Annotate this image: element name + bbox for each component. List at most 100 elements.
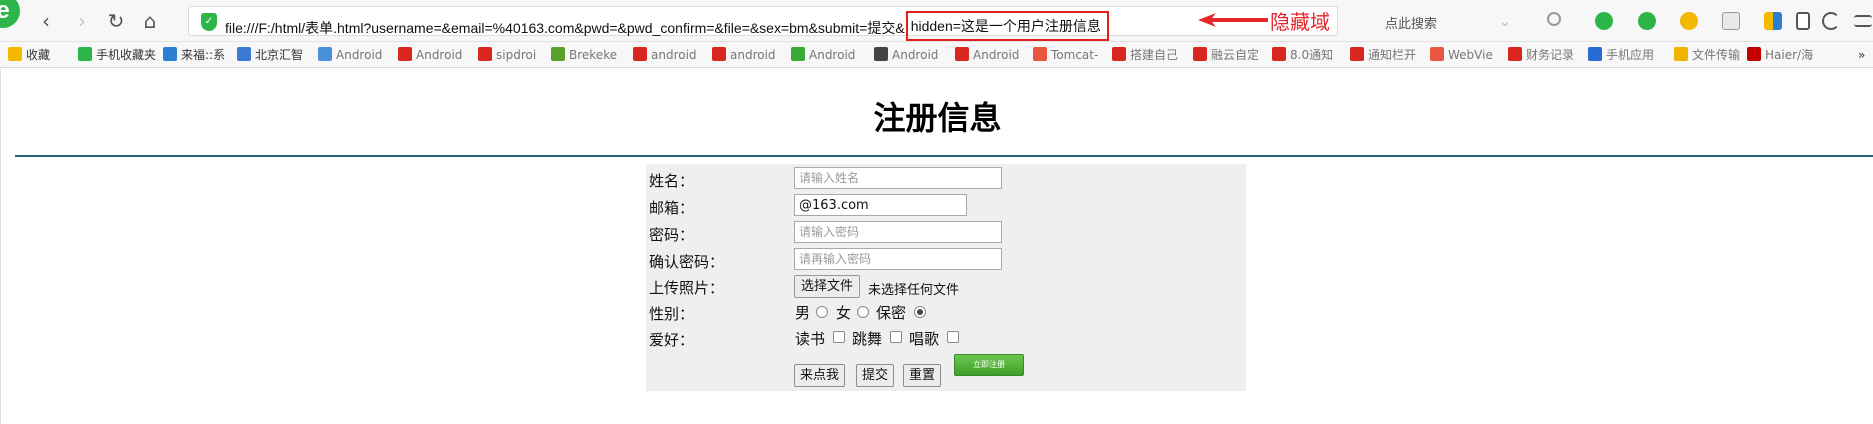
bookmark-label: 北京汇智 — [255, 48, 304, 62]
email-label: 邮箱： — [649, 199, 695, 217]
bookmark-label: Tomcat- — [1051, 48, 1099, 62]
gender-label: 性别： — [649, 305, 695, 323]
register-image-button[interactable]: 立即注册 — [954, 354, 1024, 376]
bookmark-item[interactable]: android — [712, 46, 786, 64]
jianshu-icon — [1430, 47, 1444, 61]
scissors-icon[interactable] — [1595, 12, 1613, 30]
csdn-icon — [478, 47, 492, 61]
search-box[interactable]: 点此搜索 — [1375, 8, 1565, 36]
bookmark-label: 通知栏开 — [1368, 48, 1417, 62]
confirm-password-input[interactable] — [794, 248, 1002, 270]
page-title: 注册信息 — [873, 99, 1002, 137]
csdn-icon — [1350, 47, 1364, 61]
csdn-icon — [1193, 47, 1207, 61]
bookmark-item[interactable]: 通知栏开 — [1350, 46, 1426, 64]
bookmark-item[interactable]: 融云自定 — [1193, 46, 1267, 64]
name-label: 姓名： — [649, 172, 695, 190]
back-button[interactable]: ‹ — [34, 9, 58, 33]
hobby-checkbox-dancing[interactable] — [890, 331, 902, 343]
csdn-icon — [1112, 47, 1126, 61]
bookmark-item[interactable]: 手机收藏夹 — [78, 46, 158, 64]
gender-row: 性别： 男 女 保密 — [646, 300, 1246, 324]
bookmark-item[interactable]: WebVie — [1430, 46, 1504, 64]
bookmarks-more-button[interactable]: » — [1858, 46, 1865, 64]
gender-radio-male[interactable] — [816, 306, 828, 318]
submit-button[interactable]: 提交 — [856, 364, 895, 387]
reader-mode-icon[interactable] — [1796, 12, 1810, 30]
password-input[interactable] — [794, 221, 1002, 243]
title-divider — [15, 155, 1873, 157]
page-content: 注册信息 姓名： 邮箱： 密码： 确认密码： 上传照片： 选择文件 未选择任何文… — [0, 69, 1873, 424]
choose-file-button[interactable]: 选择文件 — [794, 275, 861, 298]
file-status: 未选择任何文件 — [868, 283, 960, 298]
bookmark-label: 收藏 — [26, 48, 51, 62]
bookmark-item[interactable]: 手机应用 — [1588, 46, 1670, 64]
bookmark-label: sipdroi — [496, 48, 537, 62]
star-icon — [8, 47, 22, 61]
bookmark-item[interactable]: 财务记录 — [1508, 46, 1582, 64]
bookmarks-bar: 收藏 手机收藏夹 来福::系 北京汇智 Android Android sipdroi Bre… — [0, 42, 1873, 68]
image-icon[interactable] — [1722, 12, 1740, 30]
layers-icon — [318, 47, 332, 61]
bookmark-label: 融云自定 — [1211, 48, 1260, 62]
email-input[interactable] — [794, 194, 967, 216]
bookmark-item[interactable]: 收藏 — [8, 46, 68, 64]
undo-icon[interactable] — [1822, 12, 1840, 30]
bookmark-item[interactable]: 搭建自己 — [1112, 46, 1188, 64]
jianshu-icon — [1033, 47, 1047, 61]
bookmark-item[interactable]: 北京汇智 — [237, 46, 313, 64]
gender-option-secret: 保密 — [876, 304, 907, 322]
password-label: 密码： — [649, 226, 695, 244]
upload-label: 上传照片： — [649, 279, 725, 297]
address-bar[interactable]: ✓ file:///F:/html/表单.html?username=&emai… — [188, 6, 1511, 41]
csdn-icon — [633, 47, 647, 61]
bookmark-label: 搭建自己 — [1130, 48, 1179, 62]
hobby-option-singing: 唱歌 — [909, 330, 940, 348]
security-shield-icon[interactable]: ✓ — [201, 13, 217, 31]
bookmark-label: Android — [892, 48, 939, 62]
leaf-icon — [551, 47, 565, 61]
gender-radio-secret[interactable] — [914, 306, 926, 318]
translate-icon[interactable] — [1638, 12, 1656, 30]
coin-icon[interactable] — [1680, 12, 1698, 30]
csdn-icon — [1272, 47, 1286, 61]
reset-button[interactable]: 重置 — [903, 364, 942, 387]
bookmark-label: Brekeke — [569, 48, 618, 62]
search-icon[interactable] — [1547, 12, 1561, 26]
bookmark-item[interactable]: Tomcat- — [1033, 46, 1107, 64]
hobby-checkbox-singing[interactable] — [947, 331, 959, 343]
bookmark-label: 来福::系 — [181, 48, 226, 62]
bookmark-item[interactable]: 来福::系 — [163, 46, 233, 64]
bookmark-item[interactable]: 8.0通知 — [1272, 46, 1346, 64]
bookmark-item[interactable]: 文件传输 — [1674, 46, 1742, 64]
bookmark-item[interactable]: sipdroi — [478, 46, 546, 64]
bookmark-label: 文件传输 — [1692, 48, 1741, 62]
feather-icon — [874, 47, 888, 61]
url-text[interactable]: file:///F:/html/表单.html?username=&email=… — [225, 11, 1109, 43]
click-me-button[interactable]: 来点我 — [794, 364, 846, 387]
bookmark-label: Android — [336, 48, 383, 62]
gender-option-female: 女 — [836, 304, 852, 322]
annotation-arrow-icon — [1198, 13, 1268, 27]
apps-icon[interactable] — [1764, 12, 1782, 30]
hobby-checkbox-reading[interactable] — [833, 331, 845, 343]
gender-radio-female[interactable] — [857, 306, 869, 318]
name-input[interactable] — [794, 167, 1002, 189]
forward-button[interactable]: › — [70, 9, 94, 33]
bookmark-label: Android — [416, 48, 463, 62]
bookmark-item[interactable]: Haier/海 — [1747, 46, 1819, 64]
bookmark-item[interactable]: Android — [955, 46, 1027, 64]
bookmark-item[interactable]: android — [633, 46, 707, 64]
bookmark-label: 财务记录 — [1526, 48, 1575, 62]
email-row: 邮箱： — [646, 194, 1246, 218]
bookmark-item[interactable]: Android — [791, 46, 869, 64]
bookmark-item[interactable]: Brekeke — [551, 46, 627, 64]
buttons-row: 来点我 提交 重置 立即注册 — [646, 354, 1246, 388]
bookmark-item[interactable]: Android — [318, 46, 394, 64]
bookmark-item[interactable]: Android — [398, 46, 474, 64]
menu-icon[interactable] — [1854, 15, 1872, 27]
bookmark-item[interactable]: Android — [874, 46, 950, 64]
registration-form: 姓名： 邮箱： 密码： 确认密码： 上传照片： 选择文件 未选择任何文件 性别：… — [646, 164, 1246, 391]
home-button[interactable]: ⌂ — [138, 9, 162, 33]
reload-button[interactable]: ↻ — [104, 9, 128, 33]
